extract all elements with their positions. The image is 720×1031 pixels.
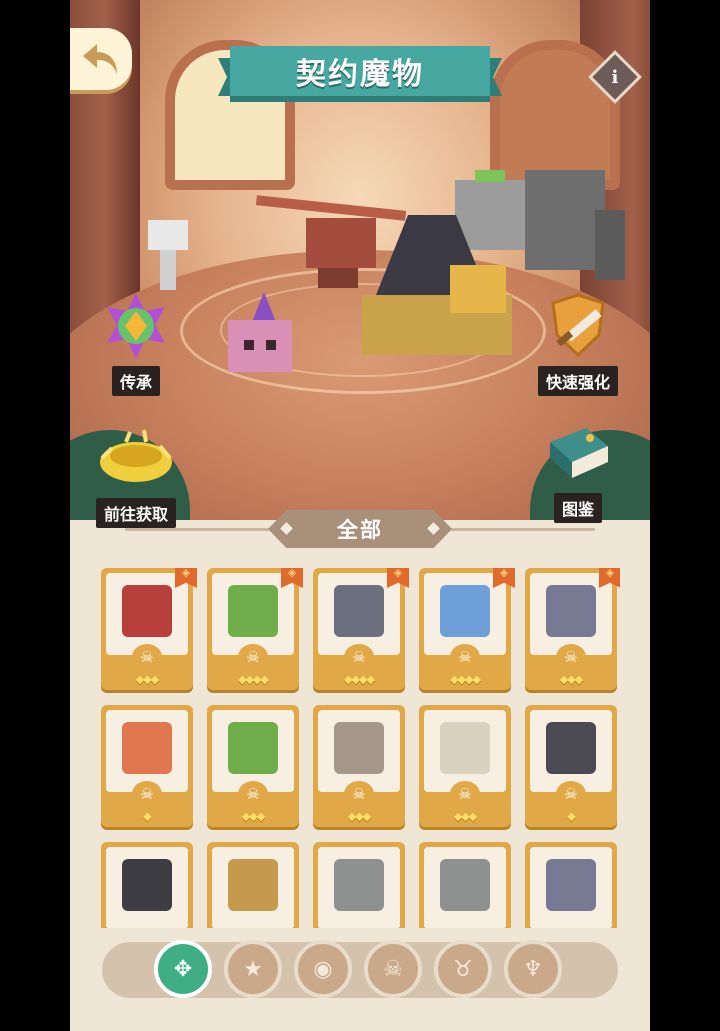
skeleton-monster[interactable] xyxy=(148,220,188,290)
star-rating: ◆◆◆◆ xyxy=(450,673,481,686)
monster-portrait xyxy=(318,847,400,928)
monster-figure xyxy=(228,585,278,637)
monster-card[interactable] xyxy=(101,842,193,928)
filter-header: 全部 xyxy=(70,508,650,552)
class-skull-icon: ☠ xyxy=(344,644,374,670)
class-skull-icon: ☠ xyxy=(238,644,268,670)
monster-figure xyxy=(440,859,490,911)
monster-portrait xyxy=(318,710,400,792)
monster-portrait xyxy=(530,847,612,928)
tab-skull-class[interactable]: ☠ xyxy=(364,940,422,998)
star-rating: ◆◆◆◆ xyxy=(344,673,375,686)
monster-figure xyxy=(334,585,384,637)
arched-door xyxy=(490,40,620,190)
monster-grid: ◈ ☠ ◆◆◆ ◈ ☠ ◆◆◆◆ ◈ ☠ ◆◆◆◆ ◈ ☠ ◆◆◆◆ ◈ ☠ ◆◆◆ ☠ ◆ ☠ ◆◆◆ ☠ ◆◆◆ ☠ ◆… xyxy=(100,568,620,928)
monster-card[interactable]: ☠ ◆◆◆ xyxy=(207,705,299,827)
star-rating: ◆◆◆◆ xyxy=(238,673,269,686)
star-rating: ◆◆◆ xyxy=(347,810,371,823)
monster-portrait xyxy=(424,847,506,928)
beast-class-icon: ◉ xyxy=(313,956,333,982)
monster-card[interactable] xyxy=(207,842,299,928)
sword-shield-icon xyxy=(538,288,618,364)
star-class-icon: ★ xyxy=(243,956,263,982)
all-icon: ✥ xyxy=(173,956,193,982)
inherit-button[interactable]: 传承 xyxy=(96,288,176,396)
monster-figure xyxy=(546,722,596,774)
monster-card[interactable] xyxy=(525,842,617,928)
monster-figure xyxy=(440,585,490,637)
tab-all[interactable]: ✥ xyxy=(154,940,212,998)
monster-portrait xyxy=(106,710,188,792)
monster-card[interactable]: ☠ ◆◆◆ xyxy=(313,705,405,827)
monster-portrait xyxy=(106,847,188,928)
monster-card[interactable]: ◈ ☠ ◆◆◆◆ xyxy=(207,568,303,690)
inherit-icon xyxy=(96,288,176,364)
monster-card[interactable]: ☠ ◆◆◆ xyxy=(419,705,511,827)
monster-card[interactable]: ☠ ◆ xyxy=(101,705,193,827)
class-skull-icon: ☠ xyxy=(344,781,374,807)
monster-figure xyxy=(440,722,490,774)
class-skull-icon: ☠ xyxy=(556,644,586,670)
filter-dropdown[interactable]: 全部 xyxy=(268,510,452,548)
nest-icon xyxy=(96,420,176,496)
monster-card[interactable]: ◈ ☠ ◆◆◆◆ xyxy=(313,568,409,690)
quick-strengthen-label: 快速强化 xyxy=(538,366,619,396)
monster-card[interactable]: ◈ ☠ ◆◆◆ xyxy=(525,568,620,690)
star-rating: ◆◆◆ xyxy=(453,810,477,823)
star-rating: ◆◆◆ xyxy=(559,673,583,686)
monster-figure xyxy=(228,859,278,911)
tab-beast-class[interactable]: ◉ xyxy=(294,940,352,998)
demon-class-icon: ♆ xyxy=(523,956,543,982)
back-arrow-icon xyxy=(83,44,117,74)
star-rating: ◆ xyxy=(143,810,151,823)
skull-class-icon: ☠ xyxy=(383,956,403,982)
monster-portrait xyxy=(212,710,294,792)
star-rating: ◆ xyxy=(567,810,575,823)
tab-star-class[interactable]: ★ xyxy=(224,940,282,998)
star-rating: ◆◆◆ xyxy=(135,673,159,686)
monster-card[interactable]: ☠ ◆ xyxy=(525,705,617,827)
quick-strengthen-button[interactable]: 快速强化 xyxy=(538,288,619,396)
monster-figure xyxy=(334,859,384,911)
monster-figure xyxy=(334,722,384,774)
tab-demon-class[interactable]: ♆ xyxy=(504,940,562,998)
filter-label: 全部 xyxy=(337,518,383,542)
pink-slime-monster[interactable] xyxy=(228,320,292,372)
page-title: 契约魔物 xyxy=(230,46,490,102)
monster-figure xyxy=(122,585,172,637)
monster-portrait xyxy=(530,710,612,792)
monster-figure xyxy=(122,722,172,774)
monster-figure xyxy=(228,722,278,774)
class-filter-tabs: ✥ ★ ◉ ☠ ♉ ♆ xyxy=(102,940,618,998)
turtle-monster[interactable] xyxy=(362,215,522,355)
monster-card[interactable] xyxy=(419,842,511,928)
title-banner: 契约魔物 xyxy=(218,46,502,102)
monster-figure xyxy=(122,859,172,911)
monster-card[interactable]: ◈ ☠ ◆◆◆◆ xyxy=(419,568,515,690)
class-skull-icon: ☠ xyxy=(132,781,162,807)
inherit-label: 传承 xyxy=(111,366,160,396)
back-button[interactable] xyxy=(70,28,132,90)
tab-horned-class[interactable]: ♉ xyxy=(434,940,492,998)
star-rating: ◆◆◆ xyxy=(241,810,265,823)
monster-portrait xyxy=(212,847,294,928)
monster-figure xyxy=(546,859,596,911)
class-skull-icon: ☠ xyxy=(556,781,586,807)
class-skull-icon: ☠ xyxy=(450,781,480,807)
info-icon: i xyxy=(611,66,619,88)
class-skull-icon: ☠ xyxy=(132,644,162,670)
horned-class-icon: ♉ xyxy=(453,956,473,982)
monster-card[interactable] xyxy=(313,842,405,928)
class-skull-icon: ☠ xyxy=(238,781,268,807)
monster-portrait xyxy=(424,710,506,792)
pink-slime-horn xyxy=(252,292,276,322)
class-skull-icon: ☠ xyxy=(450,644,480,670)
game-screen: 契约魔物 i 传承 快速强化 前往获取 图鉴 全部 ◈ ☠ ◆◆◆ ◈ ☠ ◆◆… xyxy=(70,0,650,1031)
codex-button[interactable]: 图鉴 xyxy=(538,415,618,523)
monster-figure xyxy=(546,585,596,637)
book-icon xyxy=(538,415,618,491)
monster-card[interactable]: ◈ ☠ ◆◆◆ xyxy=(101,568,197,690)
